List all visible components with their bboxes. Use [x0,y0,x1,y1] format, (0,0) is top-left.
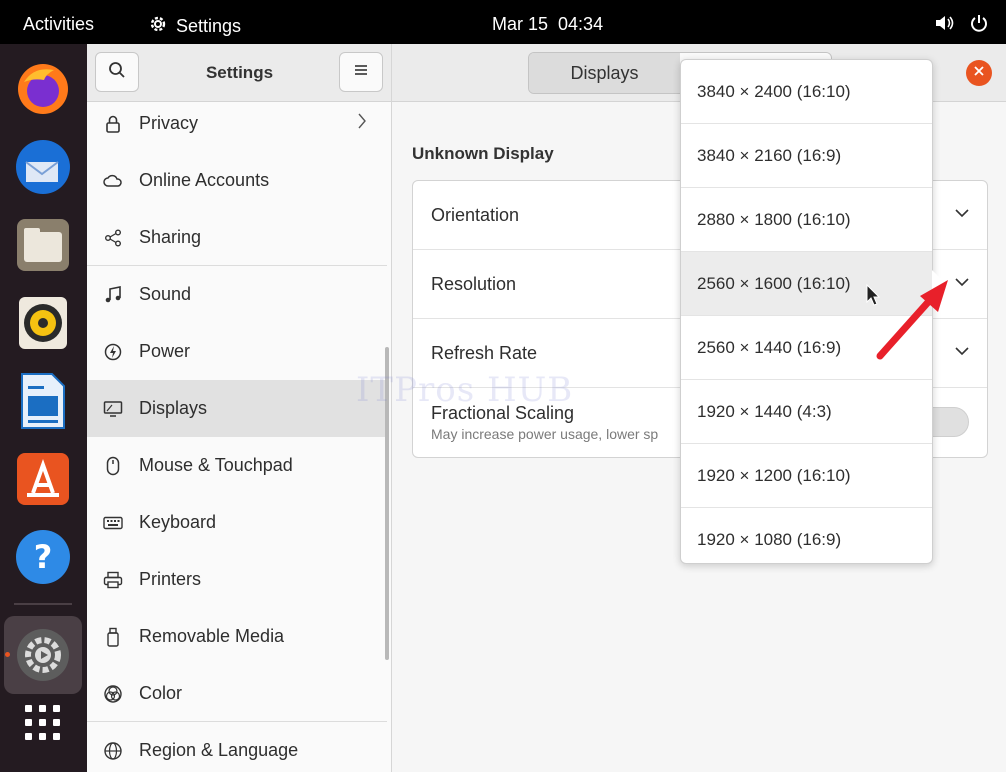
rhythmbox-icon[interactable] [14,294,72,352]
resolution-option[interactable]: 3840 × 2400 (16:10) [681,60,932,124]
sidebar-item-label: Color [139,683,183,703]
annotation-arrow-icon [876,280,948,360]
chevron-down-icon [955,205,969,223]
svg-text:?: ? [34,538,53,576]
sidebar-item-label: Keyboard [139,512,217,532]
sidebar-item-power[interactable]: Power [87,323,387,380]
lock-icon [87,115,139,133]
close-icon [973,64,985,82]
running-indicator [5,652,10,657]
sidebar-header: Settings [87,44,391,102]
time-label: 04:34 [558,14,604,34]
sidebar-item-mouse-touchpad[interactable]: Mouse & Touchpad [87,437,387,494]
sidebar-item-region-language[interactable]: Region & Language [87,722,387,772]
show-applications-icon[interactable] [14,694,72,752]
ubuntu-software-icon[interactable] [14,450,72,508]
sidebar-item-privacy[interactable]: Privacy [87,95,387,152]
tab-displays[interactable]: Displays [529,53,680,93]
printer-icon [87,571,139,589]
sidebar-item-keyboard[interactable]: Keyboard [87,494,387,551]
sidebar-item-printers[interactable]: Printers [87,551,387,608]
libreoffice-writer-icon[interactable] [14,372,72,430]
files-icon[interactable] [14,216,72,274]
cloud-icon [87,174,139,188]
system-menu[interactable] [934,14,988,37]
sidebar-item-removable-media[interactable]: Removable Media [87,608,387,665]
orientation-label: Orientation [431,205,520,225]
main-menu-button[interactable] [339,52,383,92]
app-menu[interactable]: Settings [148,14,241,39]
hamburger-icon [353,63,369,82]
volume-icon [934,14,954,37]
sidebar-item-sharing[interactable]: Sharing [87,209,387,266]
sidebar-item-label: Power [139,341,191,361]
mouse-icon [87,456,139,476]
sidebar-item-displays[interactable]: Displays [87,380,387,437]
resolution-option[interactable]: 1920 × 1440 (4:3) [681,380,932,444]
keyboard-icon [87,516,139,530]
resolution-option[interactable]: 1920 × 1080 (16:9) [681,508,932,572]
thunderbird-icon[interactable] [14,138,72,196]
display-icon [87,400,139,418]
sidebar-item-sound[interactable]: Sound [87,266,387,323]
chevron-down-icon [955,343,969,361]
sidebar-item-label: Sound [139,284,192,304]
refresh-rate-label: Refresh Rate [431,343,538,363]
display-name: Unknown Display [412,144,554,163]
firefox-icon[interactable] [14,60,72,118]
sidebar-item-label: Sharing [139,227,202,247]
sidebar-item-color[interactable]: Color [87,665,387,722]
sidebar-item-label: Region & Language [139,740,299,760]
sidebar-item-label: Mouse & Touchpad [139,455,293,475]
sidebar-scrollbar[interactable] [385,347,389,660]
resolution-option[interactable]: 1920 × 1200 (16:10) [681,444,932,508]
resolution-option[interactable]: 2880 × 1800 (16:10) [681,188,932,252]
power-icon [970,14,988,37]
settings-app-icon[interactable] [14,626,72,684]
sidebar-item-label: Printers [139,569,202,589]
dock: ? [0,44,87,772]
music-note-icon [87,285,139,304]
color-icon [87,684,139,704]
globe-icon [87,741,139,761]
close-button[interactable] [966,60,992,86]
sidebar-item-label: Displays [139,398,208,418]
gear-icon [148,14,168,39]
app-name: Settings [176,16,242,36]
top-bar: Activities Settings Mar 15 04:34 [0,0,1006,44]
dock-separator [14,603,72,605]
sidebar-item-label: Online Accounts [139,170,270,190]
sidebar-item-label: Removable Media [139,626,285,646]
help-icon[interactable]: ? [14,528,72,586]
chevron-down-icon [955,274,969,292]
share-icon [87,229,139,247]
sidebar-item-online-accounts[interactable]: Online Accounts [87,152,387,209]
clock[interactable]: Mar 15 04:34 [492,14,613,35]
sidebar-item-label: Privacy [139,113,199,133]
fractional-scaling-label: Fractional Scaling [431,403,575,423]
settings-sidebar: Settings Privacy Online Accounts Sharing… [87,44,392,772]
resolution-label: Resolution [431,274,517,294]
fractional-scaling-subtitle: May increase power usage, lower sp [431,426,659,442]
resolution-option[interactable]: 3840 × 2160 (16:9) [681,124,932,188]
power-icon [87,343,139,361]
date-label: Mar 15 [492,14,549,34]
activities-button[interactable]: Activities [23,14,94,35]
chevron-right-icon [357,112,367,135]
usb-drive-icon [87,627,139,647]
